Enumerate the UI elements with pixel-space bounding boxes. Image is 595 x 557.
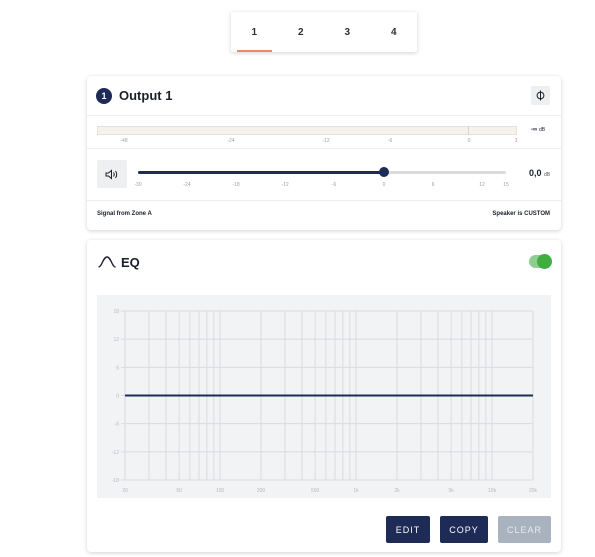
eq-y-label: -18 [112, 478, 119, 484]
tab-2[interactable]: 2 [278, 12, 325, 52]
gain-tick: 6 [431, 182, 435, 188]
tab-1[interactable]: 1 [231, 12, 278, 52]
output-number-badge: 1 [96, 87, 112, 104]
meter-tick: -24 [227, 138, 235, 144]
level-meter [97, 126, 517, 135]
gain-slider-thumb[interactable] [379, 167, 389, 177]
output-header: 1 Output 1 [87, 76, 561, 116]
gain-tick: 12 [479, 182, 485, 188]
eq-x-label: 20k [529, 488, 538, 494]
gain-tick: -12 [281, 182, 289, 188]
eq-x-label: 1k [353, 488, 359, 494]
eq-x-label: 200 [257, 488, 266, 494]
gain-tick: -6 [331, 182, 337, 188]
gain-value: 0,0 [529, 168, 542, 178]
eq-graph[interactable]: 18 12 6 0 -6 -12 -18 20 50 100 200 500 1k 2k 5k 10k 20k [97, 295, 551, 498]
gain-slider-fill [138, 171, 384, 174]
eq-y-label: -12 [112, 450, 119, 456]
output-tabs: 1 2 3 4 [231, 12, 417, 52]
meter-tick: -6 [387, 138, 393, 144]
tab-4[interactable]: 4 [371, 12, 418, 52]
eq-card: EQ 18 12 6 0 -6 -12 -18 20 50 100 200 500 1k 2k 5k 10k 2… [87, 240, 561, 552]
eq-x-label: 500 [311, 488, 320, 494]
gain-tick: -30 [134, 182, 142, 188]
eq-x-label: 5k [448, 488, 454, 494]
signal-source-text: Signal from Zone A [97, 211, 152, 217]
copy-button[interactable]: COPY [440, 516, 488, 543]
tab-3[interactable]: 3 [324, 12, 371, 52]
gain-tick: 0 [382, 182, 386, 188]
speaker-type-text: Speaker is CUSTOM [492, 211, 550, 217]
speaker-icon [105, 168, 118, 180]
output-card: 1 Output 1 -48 -24 -12 -6 0 3 -∞ dB -30 … [87, 76, 561, 230]
meter-readout: -∞ dB [531, 127, 545, 133]
gain-unit: dB [544, 172, 551, 178]
divider [87, 148, 561, 149]
eq-x-label: 2k [394, 488, 400, 494]
toggle-knob [537, 254, 552, 269]
meter-value: -∞ [531, 127, 538, 133]
eq-x-label: 20 [122, 488, 128, 494]
eq-graph-svg: 18 12 6 0 -6 -12 -1820 50 100 200 500 1k 2k 5k 10k 20k [112, 309, 538, 494]
eq-curve-icon [98, 256, 116, 268]
gain-tick: -18 [232, 182, 240, 188]
output-title: Output 1 [119, 88, 173, 103]
phase-invert-icon [536, 90, 545, 101]
eq-header: EQ [87, 240, 561, 284]
eq-enable-toggle[interactable] [529, 254, 552, 269]
phase-invert-button[interactable] [531, 86, 550, 105]
mute-button[interactable] [97, 160, 127, 188]
meter-tick: -12 [322, 138, 330, 144]
meter-tick: 0 [467, 138, 471, 144]
eq-y-label: 18 [113, 309, 119, 315]
divider [87, 200, 561, 201]
eq-y-label: 12 [113, 337, 119, 343]
eq-title: EQ [121, 254, 140, 270]
meter-unit: dB [538, 127, 546, 133]
gain-tick: 15 [503, 182, 509, 188]
meter-tick: -48 [120, 138, 128, 144]
eq-x-label: 100 [216, 488, 225, 494]
gain-tick: -24 [183, 182, 191, 188]
gain-readout: 0,0 dB [529, 168, 550, 178]
eq-y-label: 0 [116, 394, 119, 400]
meter-tick: 3 [514, 138, 518, 144]
eq-x-label: 10k [488, 488, 497, 494]
clear-button[interactable]: CLEAR [498, 516, 551, 543]
eq-y-label: -6 [115, 422, 120, 428]
level-meter-clip-divider [468, 126, 469, 135]
eq-y-label: 6 [116, 365, 119, 371]
eq-x-label: 50 [176, 488, 182, 494]
edit-button[interactable]: EDIT [386, 516, 430, 543]
